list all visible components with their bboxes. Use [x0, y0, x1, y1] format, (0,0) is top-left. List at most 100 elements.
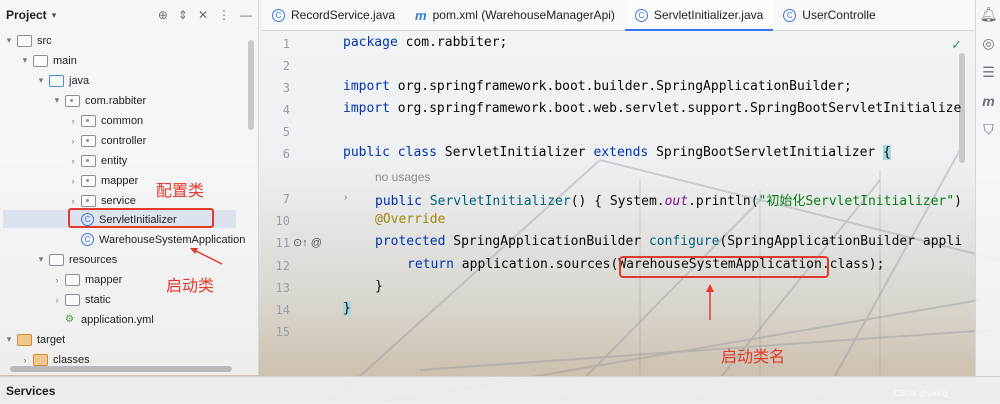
chevron-right-icon[interactable]: › — [68, 176, 78, 186]
chevron-down-icon[interactable]: ▾ — [4, 35, 14, 46]
locate-icon[interactable]: ⊕ — [158, 8, 168, 22]
code-line-4: import org.springframework.boot.web.serv… — [343, 101, 962, 116]
class-icon: C — [272, 8, 285, 22]
folder-icon — [17, 34, 32, 47]
code-editor[interactable]: ✓ 1 2 3 4 5 6 7 10 11 12 13 14 15 › pack… — [262, 31, 974, 376]
project-header: Project ▾ ⊕ ⇕ ✕ ⋮ — — [0, 0, 258, 30]
line-number: 5 — [282, 125, 290, 139]
tree-item-label: mapper — [101, 174, 139, 187]
chevron-down-icon[interactable]: ▾ — [52, 10, 57, 21]
expand-icon[interactable]: ⇕ — [178, 8, 188, 22]
chevron-down-icon[interactable]: ▾ — [4, 334, 14, 345]
chevron-right-icon[interactable]: › — [68, 116, 78, 126]
package-icon — [81, 134, 96, 147]
override-gutter-icon[interactable]: ⊙↑ @ — [293, 236, 322, 249]
tree-item-label: controller — [101, 134, 147, 147]
class-icon: C — [783, 8, 797, 22]
annotation-arrow-startup — [190, 248, 223, 265]
database-icon[interactable]: ☰ — [982, 64, 995, 81]
tree-item[interactable]: ⚙ application.yml — [52, 310, 154, 329]
class-icon: C — [634, 8, 648, 22]
tree-item[interactable]: › controller — [68, 131, 146, 150]
no-problems-check-icon[interactable]: ✓ — [951, 37, 962, 53]
tree-item-label: service — [101, 194, 136, 207]
tree-item[interactable]: ▾ com.rabbiter — [52, 91, 146, 110]
chevron-down-icon[interactable]: ▾ — [20, 55, 30, 66]
chevron-right-icon[interactable]: › — [68, 136, 78, 146]
run-gutter-icon[interactable]: › — [344, 192, 347, 203]
line-number: 7 — [282, 192, 290, 206]
chevron-right-icon[interactable]: › — [52, 275, 62, 285]
code-line-3: import org.springframework.boot.builder.… — [343, 79, 852, 94]
code-line-6: public class ServletInitializer extends … — [343, 145, 891, 160]
tree-item-label: resources — [69, 253, 118, 266]
code-line-1: package com.rabbiter; — [343, 35, 508, 50]
notifications-icon[interactable]: 🔔︎ — [980, 6, 998, 23]
tree-item-label: com.rabbiter — [85, 94, 147, 107]
line-number: 3 — [282, 81, 290, 95]
tree-item[interactable]: › mapper — [52, 270, 122, 289]
tab-pom-xml[interactable]: m pom.xml (WarehouseManagerApi) — [405, 0, 625, 30]
folder-icon — [33, 54, 48, 67]
project-title[interactable]: Project — [6, 8, 47, 22]
collapse-icon[interactable]: ✕ — [198, 8, 208, 22]
tree-item[interactable]: › entity — [68, 151, 127, 170]
line-number: 15 — [275, 325, 290, 339]
ai-assistant-icon[interactable]: ◎ — [982, 35, 994, 52]
tree-item[interactable]: ▾ resources — [36, 250, 117, 269]
watermark: CSDN @yixing_ — [894, 389, 952, 398]
tree-item[interactable]: ▾ src — [4, 31, 52, 50]
chevron-down-icon[interactable]: ▾ — [36, 254, 46, 265]
services-title: Services — [6, 383, 56, 398]
line-number: 11 — [275, 236, 290, 250]
code-line-10: @Override — [375, 212, 446, 227]
more-icon[interactable]: ⋮ — [218, 8, 230, 22]
tree-item[interactable]: › mapper — [68, 171, 138, 190]
tree-item[interactable]: › static — [52, 290, 111, 309]
package-icon — [81, 154, 96, 167]
chevron-right-icon[interactable]: › — [68, 196, 78, 206]
line-number: 12 — [275, 259, 290, 273]
project-vertical-scrollbar[interactable] — [248, 40, 254, 130]
tree-item[interactable]: › common — [68, 111, 143, 130]
code-line-11: protected SpringApplicationBuilder confi… — [375, 234, 963, 249]
chevron-right-icon[interactable]: › — [20, 355, 30, 365]
maven-icon: m — [415, 7, 427, 23]
tree-item-label: src — [37, 34, 52, 47]
package-icon — [81, 194, 96, 207]
line-number: 6 — [282, 147, 290, 161]
tab-label: ServletInitializer.java — [653, 8, 764, 22]
annotation-startup-class: 启动类 — [166, 276, 215, 295]
line-number: 10 — [275, 214, 290, 228]
folder-icon — [65, 273, 80, 286]
line-number: 14 — [275, 303, 290, 317]
code-line-14: } — [343, 301, 351, 316]
services-panel-header[interactable]: Services — [0, 376, 1000, 404]
shield-icon[interactable]: ⛉ — [983, 121, 994, 138]
project-pane: Project ▾ ⊕ ⇕ ✕ ⋮ — ▾ src ▾ main ▾ java ▾ com.r… — [0, 0, 259, 375]
chevron-down-icon[interactable]: ▾ — [52, 95, 62, 106]
code-line-7: public ServletInitializer() { System.out… — [375, 194, 962, 209]
tree-item-label: mapper — [85, 273, 123, 286]
chevron-down-icon[interactable]: ▾ — [36, 75, 46, 86]
folder-blue-icon — [49, 74, 64, 87]
tree-item[interactable]: ▾ java — [36, 71, 89, 90]
maven-icon[interactable]: m — [982, 93, 994, 109]
tree-item-label: target — [37, 333, 66, 346]
tree-item[interactable]: ▾ main — [20, 51, 77, 70]
chevron-right-icon[interactable]: › — [68, 156, 78, 166]
tab-recordservice[interactable]: C RecordService.java — [262, 0, 405, 30]
line-number: 13 — [275, 281, 290, 295]
package-icon — [81, 174, 96, 187]
usage-hint[interactable]: no usages — [375, 170, 430, 184]
chevron-right-icon[interactable]: › — [52, 295, 62, 305]
tab-usercontroller[interactable]: C UserControlle — [773, 0, 885, 30]
class-icon: C — [81, 233, 94, 246]
tree-item-label: java — [69, 74, 90, 87]
project-horizontal-scrollbar[interactable] — [10, 366, 232, 372]
tree-item[interactable]: ▾ target — [4, 330, 65, 349]
minimize-icon[interactable]: — — [240, 8, 252, 22]
code-line-13: } — [375, 279, 383, 294]
tree-item-label: classes — [53, 353, 90, 366]
tab-servletinitializer[interactable]: C ServletInitializer.java — [624, 0, 774, 31]
